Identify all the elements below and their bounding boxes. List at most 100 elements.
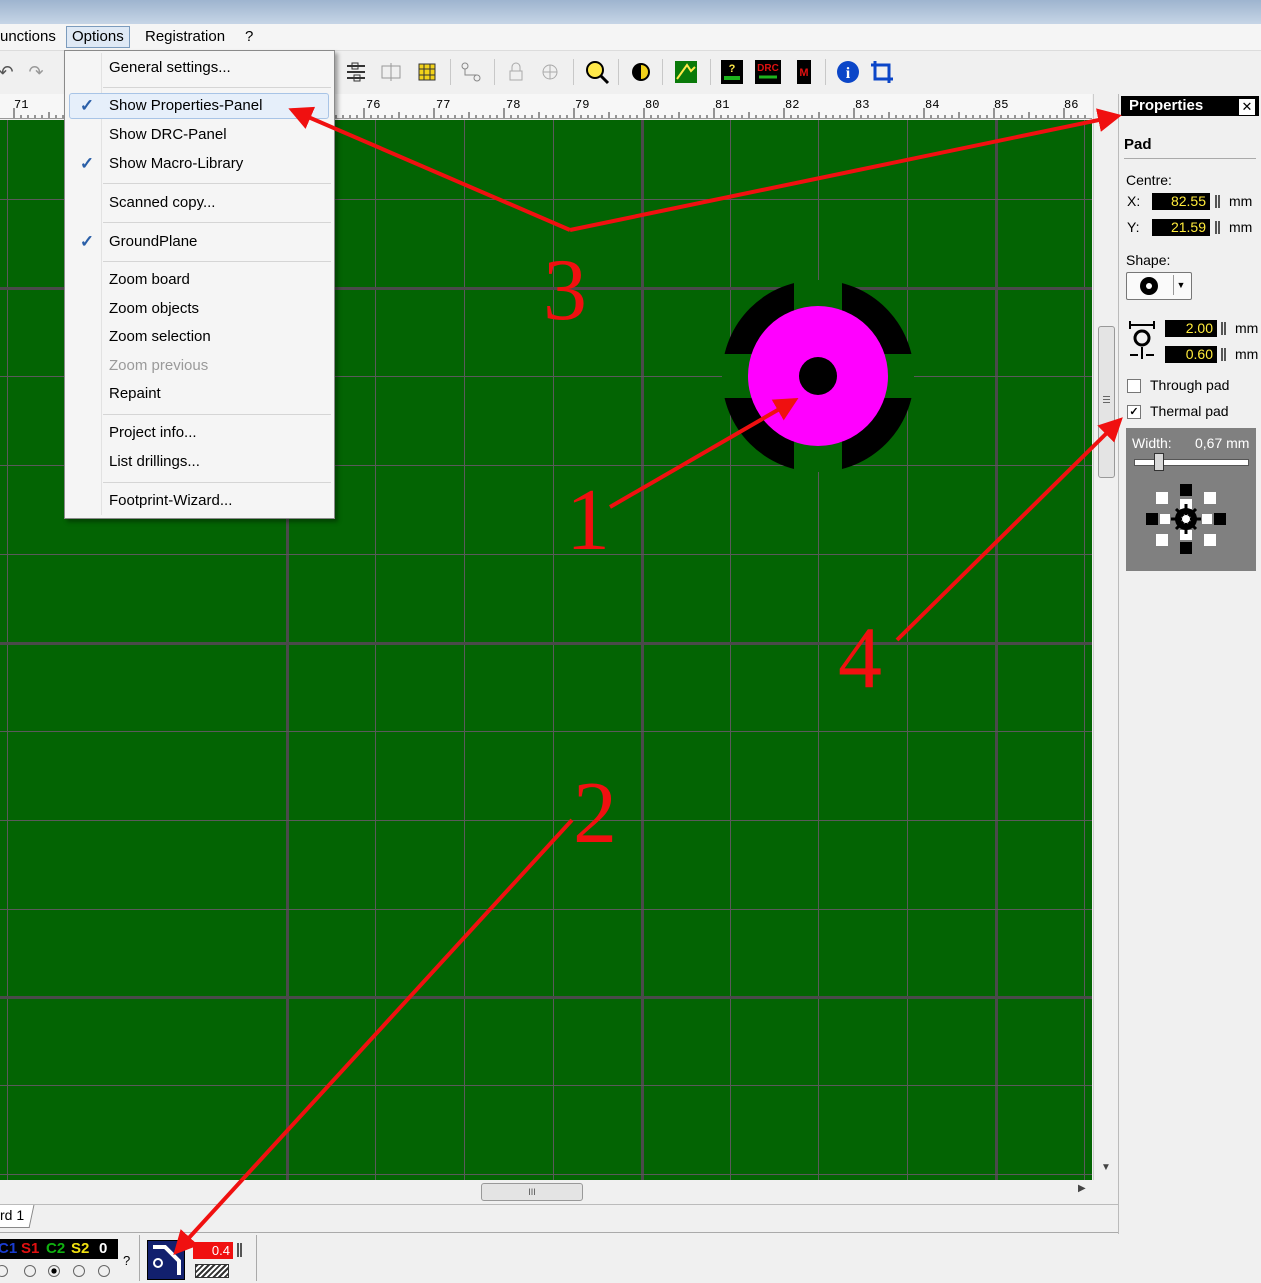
track-width-spinner[interactable] (237, 1243, 242, 1257)
menu-item-show-drc-panel[interactable]: Show DRC-Panel (109, 123, 227, 147)
thermal-pad-label: Thermal pad (1150, 403, 1229, 419)
zoom-icon[interactable] (583, 58, 611, 86)
layer-s2[interactable]: S2 (71, 1240, 89, 1257)
width-value: 0,67 mm (1195, 435, 1250, 451)
drill-diameter-spinner[interactable] (1221, 348, 1226, 361)
properties-panel: Properties ✕ Pad Centre: X: 82.55 mm Y: … (1118, 94, 1261, 1234)
component-icon[interactable] (413, 58, 441, 86)
ruler-label: 85 (994, 98, 1009, 112)
menu-item-scanned-copy[interactable]: Scanned copy... (109, 191, 215, 215)
vertical-scrollbar[interactable]: ▼ (1093, 94, 1118, 1180)
menu-item-show-properties-panel[interactable]: Show Properties-Panel (109, 94, 262, 118)
drill-diameter-field[interactable]: 0.60 (1165, 346, 1217, 363)
layer-outline[interactable]: 0 (99, 1240, 107, 1257)
menu-item-project-info[interactable]: Project info... (109, 421, 197, 445)
tab-label: rd 1 (0, 1207, 25, 1223)
menu-bar: unctions Options Registration ? (0, 24, 1261, 51)
track-width-field[interactable]: 0.4 (193, 1242, 233, 1259)
menu-functions[interactable]: unctions (0, 27, 61, 47)
contrast-icon[interactable] (627, 58, 655, 86)
through-pad-checkbox[interactable] (1127, 379, 1141, 393)
outer-diameter-field[interactable]: 2.00 (1165, 320, 1217, 337)
track-tool-icon[interactable] (147, 1240, 185, 1280)
board-tabs: rd 1 (0, 1204, 1120, 1231)
width-slider-track[interactable] (1134, 459, 1249, 466)
menu-item-zoom-previous[interactable]: Zoom previous (109, 354, 208, 378)
layer-radio[interactable] (0, 1265, 8, 1277)
mirror-icon[interactable] (377, 58, 405, 86)
layer-s1[interactable]: S1 (21, 1240, 39, 1257)
x-spinner[interactable] (1215, 195, 1220, 208)
unlock-icon[interactable] (536, 58, 564, 86)
menu-item-list-drillings[interactable]: List drillings... (109, 450, 200, 474)
shape-label: Shape: (1126, 252, 1171, 268)
annotation-number-3: 3 (543, 242, 587, 339)
menu-item-zoom-objects[interactable]: Zoom objects (109, 297, 199, 321)
outer-diameter-spinner[interactable] (1221, 322, 1226, 335)
horizontal-scroll-thumb[interactable]: III (481, 1183, 583, 1201)
chevron-down-icon[interactable]: ▼ (1173, 275, 1188, 295)
svg-text:DRC: DRC (757, 63, 779, 74)
check-icon: ✓ (79, 154, 95, 173)
centre-label: Centre: (1126, 172, 1172, 188)
svg-text:M: M (799, 67, 808, 79)
svg-text:?: ? (729, 63, 736, 75)
menu-registration[interactable]: Registration (140, 27, 230, 47)
svg-text:i: i (846, 65, 851, 82)
drc-icon[interactable]: DRC (754, 58, 782, 86)
check-icon: ✓ (79, 96, 95, 115)
annotation-number-1: 1 (566, 472, 610, 569)
layer-radio-row (0, 1263, 118, 1279)
lock-icon[interactable] (502, 58, 530, 86)
undo-icon[interactable]: ↶ (0, 58, 20, 86)
layer-radio[interactable] (98, 1265, 110, 1277)
close-icon[interactable]: ✕ (1238, 98, 1256, 116)
layer-selector[interactable]: C1 S1 C2 S2 0 (0, 1239, 118, 1259)
menu-options[interactable]: Options (66, 26, 130, 48)
layer-c1[interactable]: C1 (0, 1240, 17, 1257)
menu-item-repaint[interactable]: Repaint (109, 382, 161, 406)
thermal-spokes-selector[interactable] (1144, 480, 1230, 560)
test-icon[interactable]: ? (718, 58, 746, 86)
ruler-label: 82 (785, 98, 800, 112)
menu-item-show-macro-library[interactable]: Show Macro-Library (109, 152, 243, 176)
layer-radio-selected[interactable] (48, 1265, 60, 1277)
redo-icon[interactable]: ↷ (22, 58, 50, 86)
y-coordinate-field[interactable]: 21.59 (1152, 219, 1210, 236)
crop-icon[interactable] (868, 58, 896, 86)
x-label: X: (1127, 193, 1141, 209)
round-shape-icon (1140, 277, 1158, 295)
annotation-number-2: 2 (573, 765, 617, 862)
menu-item-zoom-selection[interactable]: Zoom selection (109, 325, 211, 349)
scroll-down-arrow-icon[interactable]: ▼ (1101, 1162, 1111, 1173)
menu-item-general-settings[interactable]: General settings... (109, 56, 231, 80)
unit-label: mm (1235, 320, 1259, 336)
vertical-scroll-thumb[interactable] (1098, 326, 1115, 478)
photo-view-icon[interactable] (672, 58, 700, 86)
y-spinner[interactable] (1215, 221, 1220, 234)
menu-item-zoom-board[interactable]: Zoom board (109, 268, 190, 292)
thermal-settings-box: Width: 0,67 mm (1126, 428, 1256, 571)
diameter-icon (1129, 321, 1155, 359)
section-title: Pad (1124, 136, 1152, 153)
menu-item-groundplane[interactable]: GroundPlane (109, 230, 197, 254)
align-icon[interactable] (342, 58, 370, 86)
menu-item-footprint-wizard[interactable]: Footprint-Wizard... (109, 489, 232, 513)
through-pad-label: Through pad (1150, 377, 1230, 393)
info-icon[interactable]: i (834, 58, 862, 86)
layer-help[interactable]: ? (123, 1253, 130, 1268)
thermal-pad-checkbox[interactable]: ✓ (1127, 405, 1141, 419)
shape-selector[interactable]: ▼ (1126, 272, 1192, 300)
layer-radio[interactable] (24, 1265, 36, 1277)
horizontal-scrollbar[interactable]: III ▶ (0, 1180, 1092, 1202)
x-coordinate-field[interactable]: 82.55 (1152, 193, 1210, 210)
window-title-bar (0, 0, 1261, 24)
layer-radio[interactable] (73, 1265, 85, 1277)
layer-c2[interactable]: C2 (46, 1240, 65, 1257)
hatch-pattern-icon[interactable] (195, 1264, 229, 1278)
menu-help[interactable]: ? (240, 27, 258, 47)
route-icon[interactable] (457, 58, 485, 86)
macro-icon[interactable]: M (790, 58, 818, 86)
scroll-right-arrow-icon[interactable]: ▶ (1078, 1183, 1086, 1194)
width-slider-thumb[interactable] (1154, 453, 1165, 471)
